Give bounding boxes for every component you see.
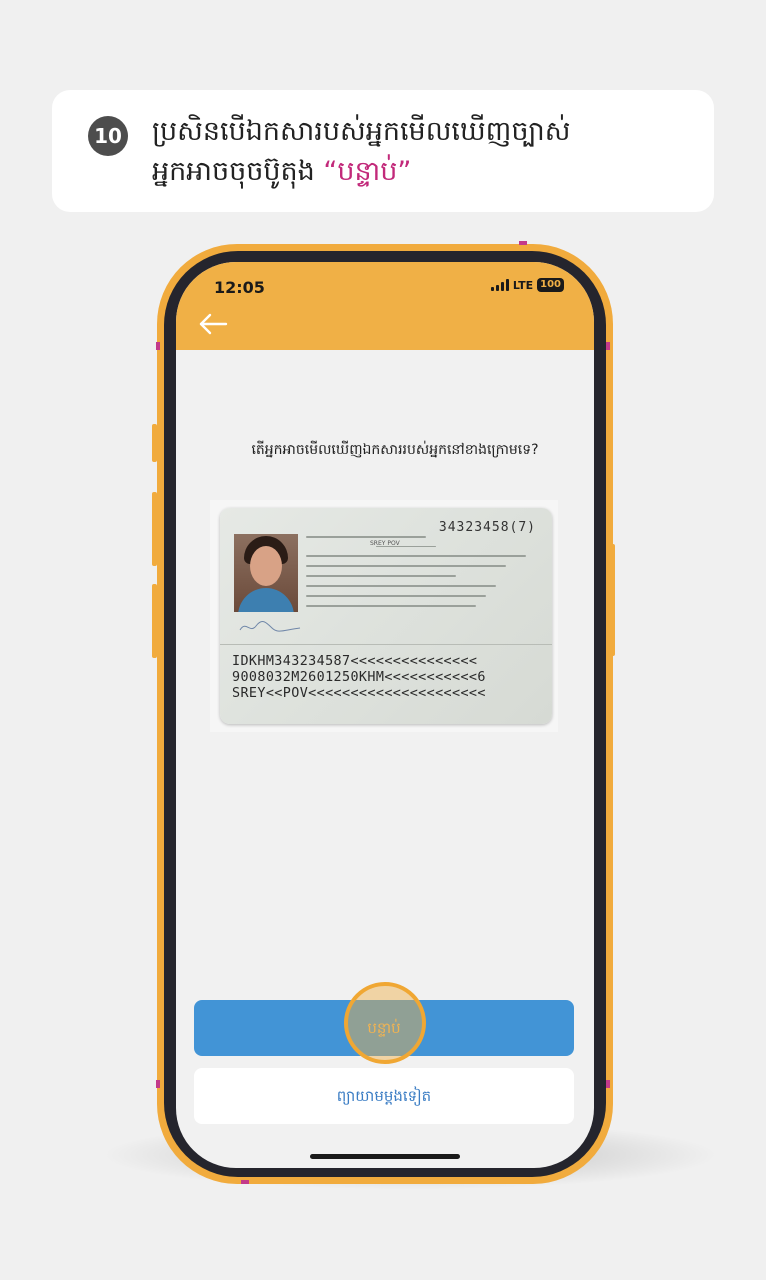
- phone-antenna-mark: [156, 342, 160, 350]
- home-indicator[interactable]: [310, 1154, 460, 1159]
- signal-icon: [490, 279, 509, 291]
- id-card-mrz: IDKHM343234587<<<<<<<<<<<<<<< 9008032M260…: [232, 654, 486, 702]
- id-card-image: 34323458(7) SREY POV IDKHM343234587<<<<<: [220, 508, 552, 724]
- instruction-card: 10 ប្រសិនបើឯកសារបស់អ្នកមើលឃើញច្បាស់ អ្នក…: [52, 90, 714, 212]
- phone-antenna-mark: [156, 1080, 160, 1088]
- document-preview: 34323458(7) SREY POV IDKHM343234587<<<<<: [210, 500, 558, 732]
- mrz-line: IDKHM343234587<<<<<<<<<<<<<<<: [232, 654, 478, 669]
- phone-power-button: [610, 544, 615, 656]
- status-icons: LTE 100: [490, 278, 564, 292]
- instruction-highlight: “បន្ទាប់”: [323, 156, 412, 187]
- id-card-number: 34323458(7): [438, 520, 536, 535]
- signature-icon: [239, 621, 301, 632]
- phone-volume-up: [152, 492, 157, 566]
- mrz-line: 9008032M2601250KHM<<<<<<<<<<<6: [232, 670, 486, 685]
- phone-screen: 12:05 LTE 100 តើអ្នកអាចមើលឃើញឯកសាររបស់អ្…: [176, 262, 594, 1168]
- document-question: តើអ្នកអាចមើលឃើញឯកសាររបស់អ្នកនៅខាងក្រោមទេ…: [251, 442, 539, 458]
- phone-antenna-mark: [606, 342, 610, 350]
- phone-antenna-mark: [519, 241, 527, 245]
- tap-indicator: [344, 982, 426, 1064]
- retry-button[interactable]: ព្យាយាមម្តងទៀត: [194, 1068, 574, 1124]
- phone-antenna-mark: [241, 1180, 249, 1184]
- phone-mute-switch: [152, 424, 157, 462]
- instruction-line-1: ប្រសិនបើឯកសារបស់អ្នកមើលឃើញច្បាស់: [152, 116, 571, 147]
- arrow-left-icon[interactable]: [198, 312, 228, 336]
- retry-button-label: ព្យាយាមម្តងទៀត: [336, 1087, 432, 1105]
- mrz-line: SREY<<POV<<<<<<<<<<<<<<<<<<<<<: [232, 686, 486, 701]
- status-time: 12:05: [214, 278, 265, 297]
- id-card-divider: [220, 644, 552, 645]
- battery-icon: 100: [537, 278, 564, 292]
- tutorial-stage: 10 ប្រសិនបើឯកសារបស់អ្នកមើលឃើញច្បាស់ អ្នក…: [0, 0, 766, 1280]
- network-type: LTE: [512, 278, 534, 292]
- step-number-badge: 10: [88, 116, 128, 156]
- id-card-details: [306, 536, 536, 615]
- app-header: 12:05 LTE 100: [176, 262, 594, 350]
- instruction-text: ប្រសិនបើឯកសារបស់អ្នកមើលឃើញច្បាស់ អ្នកអាច…: [152, 112, 692, 192]
- instruction-line-2: អ្នកអាចចុចប៊ូតុង “បន្ទាប់”: [152, 152, 692, 192]
- phone-volume-down: [152, 584, 157, 658]
- id-card-photo: [234, 534, 298, 612]
- id-card-name: SREY POV: [370, 540, 400, 547]
- instruction-line-2-text: អ្នកអាចចុចប៊ូតុង: [152, 156, 324, 187]
- phone-antenna-mark: [606, 1080, 610, 1088]
